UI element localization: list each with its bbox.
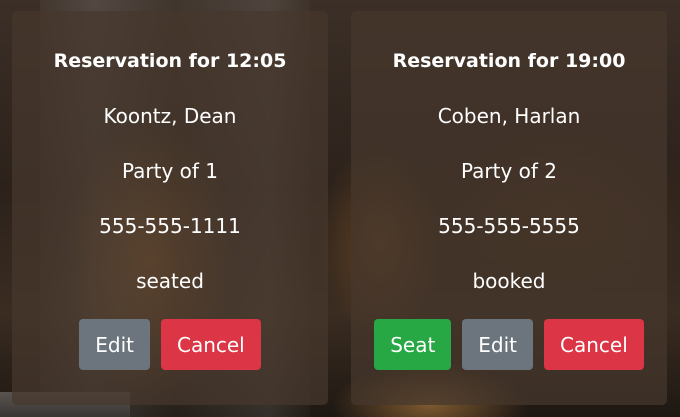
reservation-status: booked [472,269,546,293]
reservation-title: Reservation for 19:00 [392,50,626,72]
edit-button[interactable]: Edit [462,319,534,370]
cancel-button[interactable]: Cancel [544,319,644,370]
reservation-status: seated [136,269,204,293]
guest-name: Coben, Harlan [437,104,581,128]
reservation-card: Reservation for 12:05 Koontz, Dean Party… [12,11,328,405]
card-actions: Seat Edit Cancel [351,319,667,370]
reservation-title: Reservation for 12:05 [53,50,287,72]
party-size: Party of 1 [121,159,219,183]
edit-button[interactable]: Edit [79,319,150,370]
party-size: Party of 2 [460,159,558,183]
cancel-button[interactable]: Cancel [160,319,261,370]
seat-button[interactable]: Seat [374,319,452,370]
reservation-card: Reservation for 19:00 Coben, Harlan Part… [351,11,667,405]
reservation-list: Reservation for 12:05 Koontz, Dean Party… [0,0,680,417]
phone-number: 555-555-5555 [438,214,580,238]
guest-name: Koontz, Dean [103,104,237,128]
card-actions: Edit Cancel [12,319,328,370]
phone-number: 555-555-1111 [99,214,241,238]
